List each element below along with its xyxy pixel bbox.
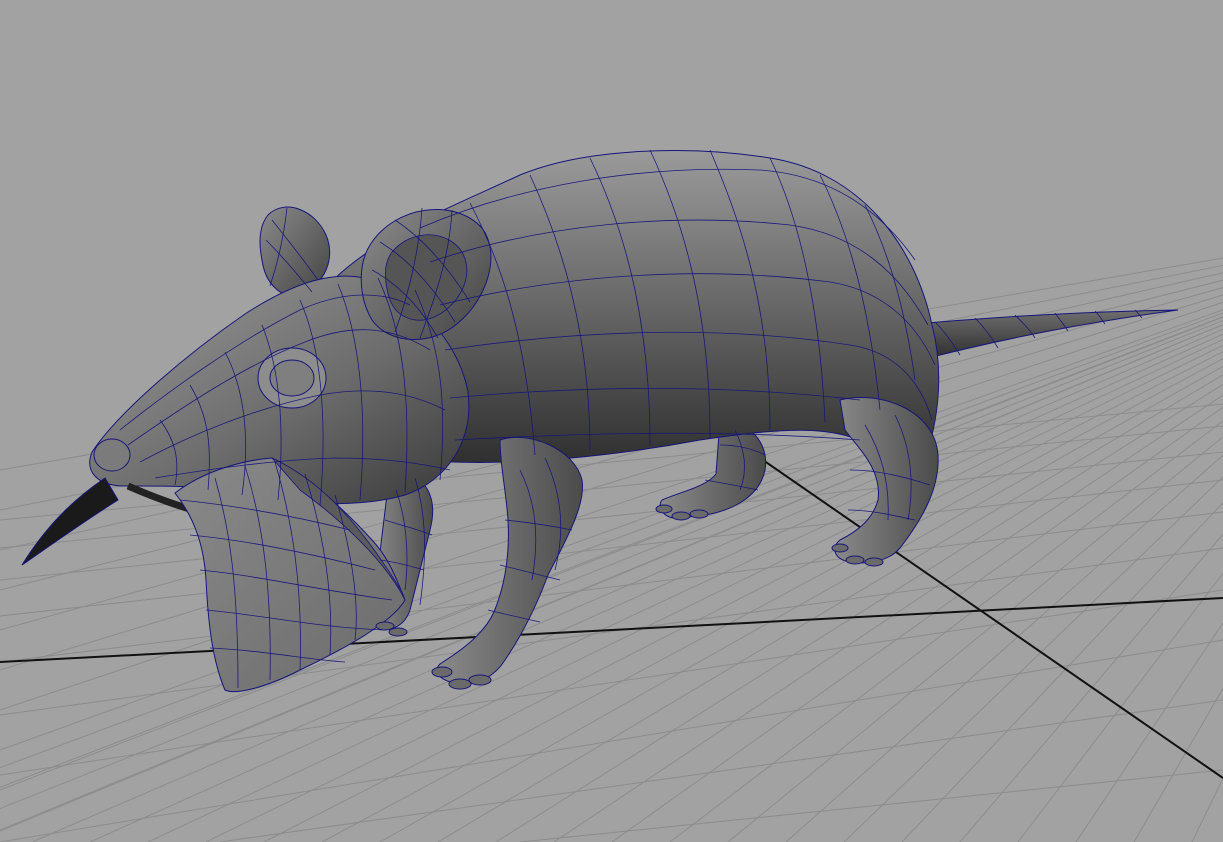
front-left-leg[interactable] (436, 436, 584, 685)
front-right-paw[interactable] (375, 621, 408, 637)
grid-line (0, 639, 1223, 842)
mouse-nose[interactable] (93, 438, 131, 472)
grid-line (959, 533, 1223, 842)
3d-viewport[interactable] (0, 0, 1223, 842)
grid-line (1191, 777, 1223, 842)
whisker-spike[interactable] (21, 477, 119, 566)
grid-line (0, 547, 1223, 716)
back-right-leg[interactable] (834, 396, 939, 564)
viewport-canvas[interactable] (0, 0, 1223, 842)
